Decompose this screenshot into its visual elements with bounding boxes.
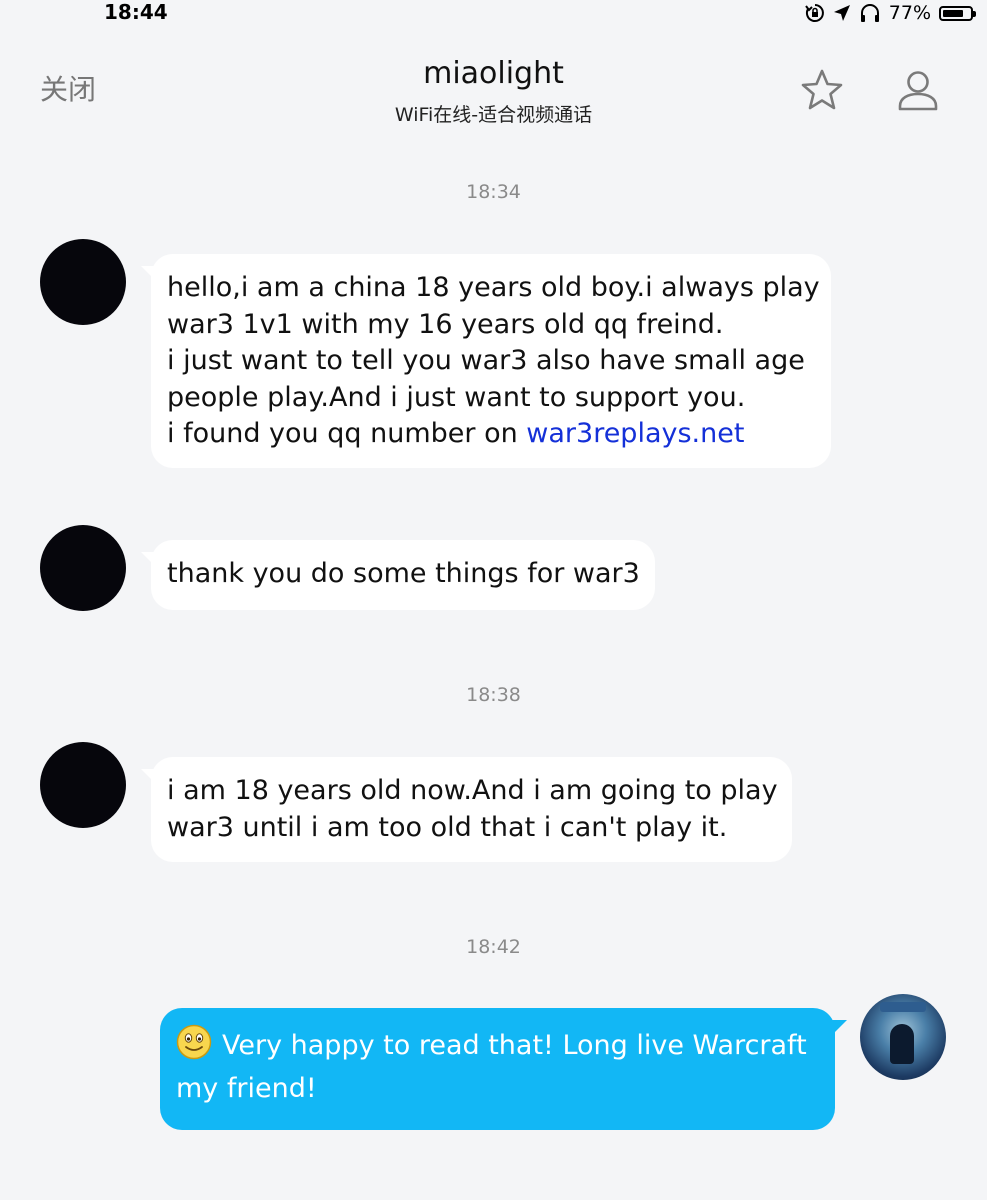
- status-time: 18:44: [104, 0, 168, 24]
- status-bar: 18:44 77%: [0, 0, 987, 26]
- message-line-with-link: i found you qq number on war3replays.net: [167, 416, 813, 453]
- star-icon[interactable]: [798, 66, 846, 114]
- avatar-figure: [890, 1024, 914, 1064]
- message-line: Very happy to read that! Long live Warcr…: [176, 1024, 817, 1071]
- timestamp: 18:42: [466, 936, 521, 958]
- own-avatar[interactable]: [860, 994, 946, 1080]
- profile-icon[interactable]: [894, 66, 942, 114]
- chat-header: 关闭 miaolight WiFi在线-适合视频通话: [0, 40, 987, 140]
- message-line: war3 until i am too old that i can't pla…: [167, 811, 728, 843]
- message-line: people play.And i just want to support y…: [167, 381, 746, 413]
- timestamp: 18:38: [466, 684, 521, 706]
- headphones-icon: [859, 3, 881, 23]
- message-bubble[interactable]: thank you do some things for war3: [141, 540, 655, 610]
- rotation-lock-icon: [804, 3, 825, 23]
- battery-level-fill: [943, 9, 963, 17]
- link-war3replays[interactable]: war3replays.net: [526, 418, 744, 449]
- message-bubble[interactable]: hello,i am a china 18 years old boy.i al…: [141, 254, 831, 468]
- message-line-text: i found you qq number on: [167, 418, 527, 449]
- message-line: my friend!: [176, 1072, 317, 1104]
- contact-avatar[interactable]: [40, 239, 126, 325]
- message-bubble[interactable]: i am 18 years old now.And i am going to …: [141, 757, 792, 862]
- timestamp: 18:34: [466, 181, 521, 203]
- message-line: war3 1v1 with my 16 years old qq freind.: [167, 308, 724, 340]
- contact-avatar[interactable]: [40, 525, 126, 611]
- message-line: thank you do some things for war3: [167, 558, 640, 589]
- own-message-bubble[interactable]: Very happy to read that! Long live Warcr…: [160, 1008, 847, 1130]
- message-line: hello,i am a china 18 years old boy.i al…: [167, 272, 820, 303]
- battery-icon: [939, 5, 976, 21]
- message-line: i just want to tell you war3 also have s…: [167, 345, 805, 376]
- contact-avatar[interactable]: [40, 742, 126, 828]
- message-line: i am 18 years old now.And i am going to …: [167, 775, 778, 806]
- avatar-banner: [880, 1002, 926, 1012]
- smile-emoji-icon: [176, 1024, 212, 1071]
- message-line-text: Very happy to read that! Long live Warcr…: [222, 1030, 807, 1061]
- battery-percent: 77%: [888, 2, 931, 24]
- status-indicators: 77%: [804, 1, 976, 25]
- location-arrow-icon: [833, 4, 851, 22]
